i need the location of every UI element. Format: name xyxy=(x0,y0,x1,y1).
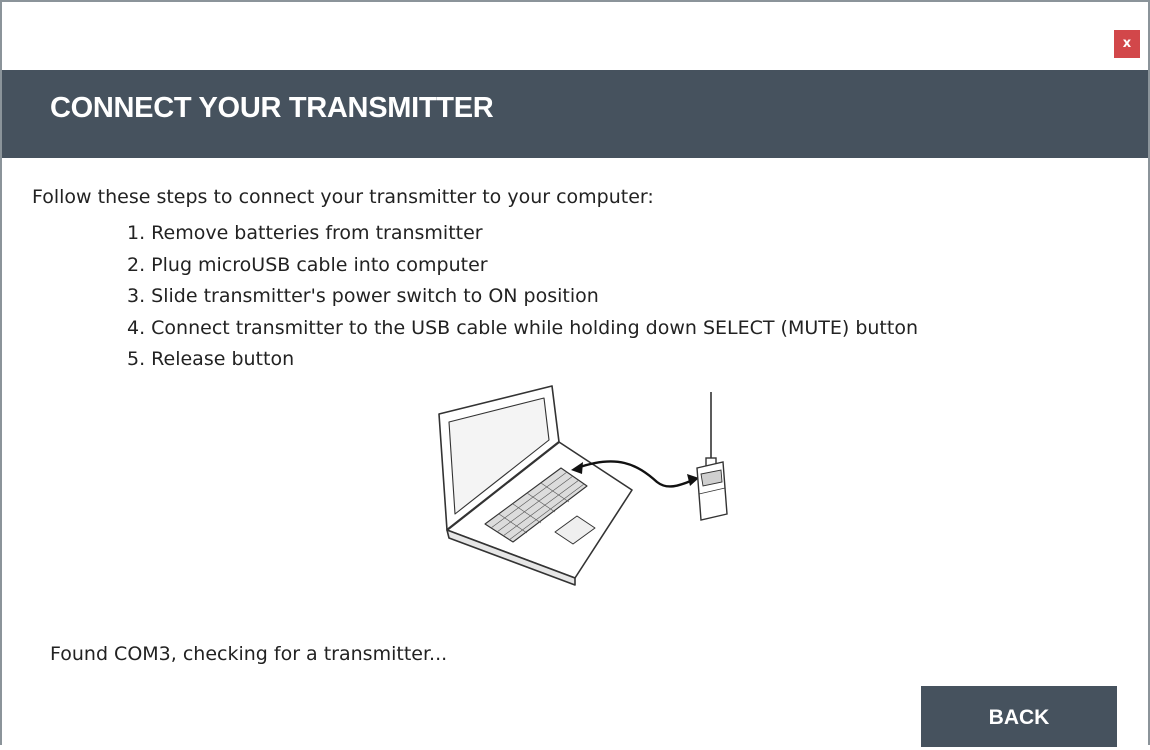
transmitter-icon xyxy=(696,392,728,521)
page-title: CONNECT YOUR TRANSMITTER xyxy=(50,92,494,124)
back-button[interactable]: BACK xyxy=(921,686,1117,747)
laptop-transmitter-illustration xyxy=(438,385,728,586)
close-button[interactable]: x xyxy=(1114,30,1140,58)
step-item: 4. Connect transmitter to the USB cable … xyxy=(127,316,918,339)
header-banner: CONNECT YOUR TRANSMITTER xyxy=(2,70,1148,158)
steps-list: 1. Remove batteries from transmitter 2. … xyxy=(127,218,918,376)
laptop-icon xyxy=(438,385,633,586)
dialog-window: x CONNECT YOUR TRANSMITTER Follow these … xyxy=(0,0,1150,747)
step-item: 5. Release button xyxy=(127,348,295,370)
status-text: Found COM3, checking for a transmitter..… xyxy=(50,643,448,665)
step-item: 3. Slide transmitter's power switch to O… xyxy=(127,285,599,307)
step-item: 2. Plug microUSB cable into computer xyxy=(127,253,488,276)
step-item: 1. Remove batteries from transmitter xyxy=(127,222,483,244)
instructions-intro: Follow these steps to connect your trans… xyxy=(32,186,654,208)
